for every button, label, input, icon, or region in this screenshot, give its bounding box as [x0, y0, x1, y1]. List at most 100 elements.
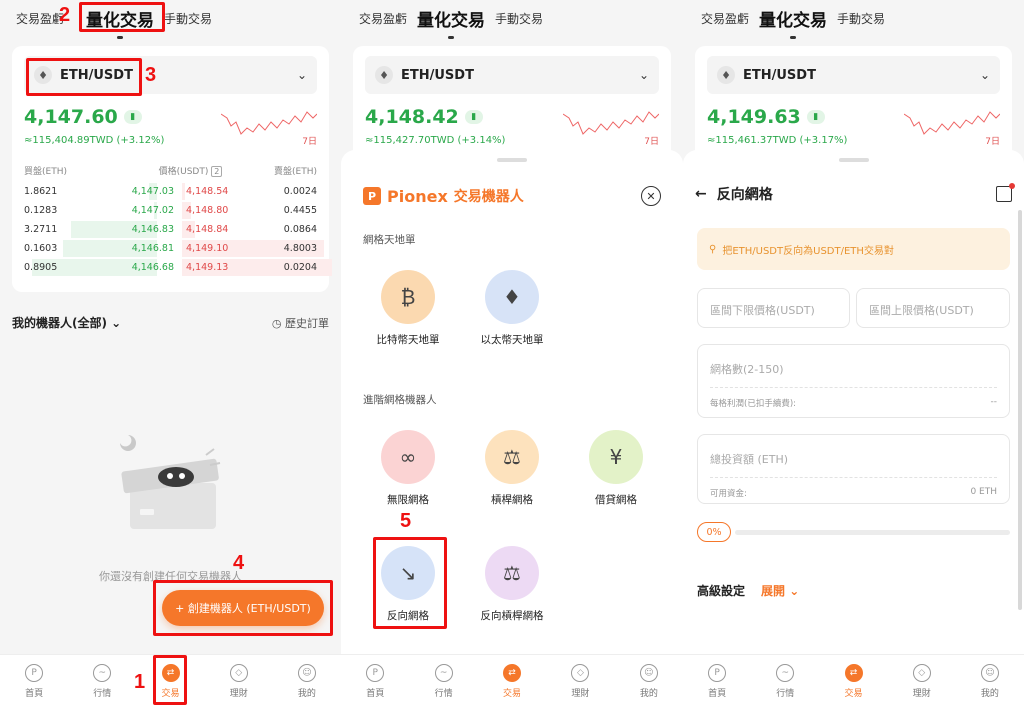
- chevron-down-icon: ⌄: [979, 68, 990, 82]
- bid-amount: 1.8621: [24, 186, 58, 197]
- tab-manual[interactable]: 手動交易: [164, 10, 212, 27]
- bid-amount: 0.1283: [24, 205, 58, 216]
- orderbook-row[interactable]: 0.8905 4,146.68 4,149.13 0.0204: [24, 258, 333, 277]
- nav-item-1[interactable]: ~ 行情: [409, 655, 477, 708]
- guide-book-icon[interactable]: [996, 183, 1015, 202]
- col-ask-amount: 賣盤(ETH): [274, 167, 317, 177]
- nav-label: 我的: [639, 689, 658, 699]
- bottom-nav: P 首頁 ~ 行情 ⇄ 交易 ◇ 理財 ☺ 我的: [341, 654, 683, 708]
- top-tabs: 交易盈虧 量化交易 手動交易: [683, 0, 1024, 39]
- nav-item-3[interactable]: ◇ 理財: [888, 655, 956, 708]
- annotation-box-3: [26, 58, 142, 96]
- profit-per-grid-label: 每格利潤(已扣手續費):: [710, 399, 796, 409]
- orderbook: 1.8621 4,147.03 4,148.54 0.0024 0.1283 4,147.…: [24, 182, 333, 277]
- ask-amount: 4.8003: [283, 243, 317, 254]
- bot-tile[interactable]: ⚖ 槓桿網格: [467, 430, 557, 507]
- bot-tile[interactable]: ♦ 以太幣天地單: [467, 270, 557, 347]
- home-icon: P: [25, 664, 44, 682]
- nav-item-0[interactable]: P 首頁: [0, 655, 68, 708]
- top-tabs: 交易盈虧 量化交易 手動交易: [341, 0, 683, 39]
- upper-price-input[interactable]: 區間上限價格(USDT): [856, 288, 1010, 328]
- tab-pnl[interactable]: 交易盈虧: [701, 10, 749, 27]
- pionex-logo-icon: P: [363, 187, 381, 205]
- nav-label: 交易: [844, 689, 863, 699]
- nav-item-2[interactable]: ⇄ 交易: [819, 655, 887, 708]
- nav-item-2[interactable]: ⇄ 交易: [478, 655, 546, 708]
- nav-item-0[interactable]: P 首頁: [341, 655, 409, 708]
- last-price: 4,147.60 ▮: [24, 106, 142, 128]
- orderbook-row[interactable]: 0.1603 4,146.81 4,149.10 4.8003: [24, 239, 325, 258]
- finance-diamond-icon: ◇: [229, 664, 248, 682]
- back-arrow-icon[interactable]: ←: [695, 186, 707, 202]
- bottom-nav: P 首頁 ~ 行情 ⇄ 交易 ◇ 理財 ☺ 我的: [683, 654, 1024, 708]
- col-price: 價格(USDT) 2: [159, 164, 223, 177]
- nav-item-0[interactable]: P 首頁: [683, 655, 751, 708]
- home-icon: P: [366, 664, 385, 682]
- finance-diamond-icon: ◇: [912, 664, 931, 682]
- bot-tile[interactable]: ⚖ 反向槓桿網格: [467, 546, 557, 623]
- ask-amount: 0.0864: [283, 224, 317, 235]
- pair-selector[interactable]: ♦ ETH/USDT ⌄: [707, 56, 1000, 94]
- tab-manual[interactable]: 手動交易: [495, 10, 543, 27]
- lower-price-input[interactable]: 區間下限價格(USDT): [697, 288, 850, 328]
- nav-label: 我的: [980, 689, 999, 699]
- nav-item-4[interactable]: ☺ 我的: [273, 655, 341, 708]
- chevron-down-icon: ⌄: [638, 68, 649, 82]
- nav-item-1[interactable]: ~ 行情: [68, 655, 136, 708]
- annotation-number-5: 5: [400, 510, 412, 532]
- candle-icon: ▮: [123, 110, 142, 124]
- grid-count-input[interactable]: 網格數(2-150) 每格利潤(已扣手續費): --: [697, 344, 1010, 418]
- expand-toggle[interactable]: 展開 ⌄: [761, 582, 799, 599]
- bid-amount: 0.8905: [24, 262, 58, 273]
- tab-manual[interactable]: 手動交易: [837, 10, 885, 27]
- price-precision-badge[interactable]: 2: [211, 166, 223, 177]
- bot-tile[interactable]: ∞ 無限網格: [363, 430, 453, 507]
- orderbook-row[interactable]: 3.2711 4,146.83 4,148.84 0.0864: [24, 220, 317, 239]
- bid-price: 4,147.02: [131, 205, 174, 216]
- pair-selector[interactable]: ♦ ETH/USDT ⌄: [365, 56, 659, 94]
- tab-pnl[interactable]: 交易盈虧: [16, 10, 64, 27]
- bot-tile[interactable]: ¥ 借貸網格: [571, 430, 661, 507]
- nav-label: 我的: [297, 689, 316, 699]
- history-orders-link[interactable]: ◷ 歷史訂單: [272, 315, 329, 331]
- orderbook-row[interactable]: 1.8621 4,147.03 4,148.54 0.0024: [24, 182, 317, 201]
- tab-quant[interactable]: 量化交易: [417, 6, 485, 39]
- divider: [710, 477, 997, 478]
- tab-quant[interactable]: 量化交易: [759, 6, 827, 39]
- nav-label: 首頁: [708, 689, 727, 699]
- ask-price: 4,149.13: [186, 262, 229, 273]
- nav-label: 理財: [571, 689, 590, 699]
- ask-price: 4,148.54: [186, 186, 229, 197]
- nav-label: 理財: [229, 689, 248, 699]
- trade-icon: ⇄: [503, 664, 522, 682]
- bot-icon: ♦: [485, 270, 539, 324]
- spark-period: 7日: [985, 137, 1000, 147]
- bot-tile[interactable]: ₿ 比特幣天地單: [363, 270, 453, 347]
- price-twd: ≈115,461.37TWD (+3.17%): [707, 135, 848, 146]
- nav-item-3[interactable]: ◇ 理財: [546, 655, 614, 708]
- ask-amount: 0.0204: [283, 262, 317, 273]
- bid-price: 4,146.83: [131, 224, 174, 235]
- location-pin-icon: ⚲: [709, 243, 717, 255]
- bid-amount: 0.1603: [24, 243, 58, 254]
- bot-label: 比特幣天地單: [376, 334, 440, 346]
- tab-pnl[interactable]: 交易盈虧: [359, 10, 407, 27]
- nav-item-1[interactable]: ~ 行情: [751, 655, 819, 708]
- sheet-handle[interactable]: [838, 158, 869, 162]
- sheet-handle[interactable]: [497, 158, 527, 162]
- nav-label: 理財: [912, 689, 931, 699]
- orderbook-row[interactable]: 0.1283 4,147.02 4,148.80 0.4455: [24, 201, 317, 220]
- annotation-number-2: 2: [59, 4, 71, 26]
- nav-item-4[interactable]: ☺ 我的: [615, 655, 683, 708]
- investment-slider[interactable]: [735, 530, 1010, 535]
- robots-filter[interactable]: 我的機器人(全部) ⌄: [12, 314, 121, 331]
- total-investment-input[interactable]: 總投資額 (ETH) 可用資金: 0 ETH: [697, 434, 1010, 504]
- close-icon[interactable]: ✕: [641, 186, 661, 206]
- bot-icon: ⚖: [485, 430, 539, 484]
- ask-amount: 0.0024: [283, 186, 317, 197]
- bot-icon: ∞: [381, 430, 435, 484]
- nav-item-3[interactable]: ◇ 理財: [205, 655, 273, 708]
- annotation-number-3: 3: [145, 64, 157, 86]
- nav-item-4[interactable]: ☺ 我的: [956, 655, 1024, 708]
- scrollbar[interactable]: [1018, 210, 1022, 610]
